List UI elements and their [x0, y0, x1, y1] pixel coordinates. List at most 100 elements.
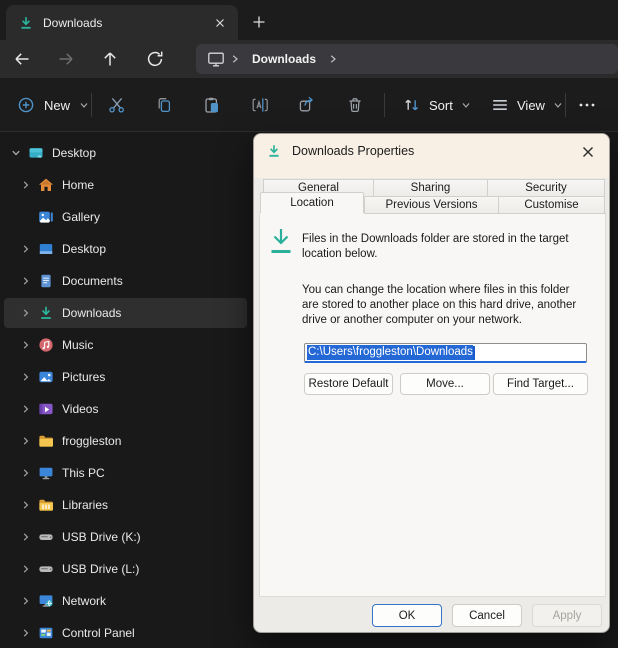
gallery-icon	[38, 209, 54, 225]
sidebar-item-usb-drive-l[interactable]: USB Drive (L:)	[4, 554, 247, 584]
sidebar-item-usb-drive-k[interactable]: USB Drive (K:)	[4, 522, 247, 552]
toolbar-divider	[565, 93, 566, 117]
home-icon	[38, 177, 54, 193]
tab-security[interactable]: Security	[487, 179, 605, 197]
sidebar-item-libraries[interactable]: Libraries	[4, 490, 247, 520]
address-bar[interactable]: Downloads	[196, 44, 618, 74]
chevron-right-icon[interactable]	[228, 52, 242, 66]
ok-button[interactable]: OK	[372, 604, 442, 627]
tab-previous-versions[interactable]: Previous Versions	[364, 196, 499, 214]
tab-close-button[interactable]	[208, 11, 232, 35]
sidebar-item-label: Pictures	[62, 370, 105, 384]
tab-customise[interactable]: Customise	[498, 196, 605, 214]
breadcrumb-downloads[interactable]: Downloads	[252, 52, 316, 66]
rename-button[interactable]	[247, 92, 273, 118]
chevron-right-icon[interactable]	[18, 497, 34, 513]
sidebar-item-froggleston[interactable]: froggleston	[4, 426, 247, 456]
forward-button[interactable]	[50, 43, 82, 75]
trash-icon	[345, 95, 365, 115]
chevron-down-icon[interactable]	[8, 145, 24, 161]
intro-text: Files in the Downloads folder are stored…	[302, 232, 576, 262]
sidebar-item-this-pc[interactable]: This PC	[4, 458, 247, 488]
sidebar-item-label: Videos	[62, 402, 98, 416]
location-path-input[interactable]: C:\Users\froggleston\Downloads	[304, 343, 587, 363]
apply-button[interactable]: Apply	[532, 604, 602, 627]
paste-button[interactable]	[199, 92, 225, 118]
sidebar-item-label: Libraries	[62, 498, 108, 512]
restore-default-button[interactable]: Restore Default	[304, 373, 393, 395]
cancel-button[interactable]: Cancel	[452, 604, 522, 627]
chevron-right-icon[interactable]	[18, 177, 34, 193]
chevron-right-icon[interactable]	[18, 433, 34, 449]
back-button[interactable]	[6, 43, 38, 75]
sidebar-item-gallery[interactable]: Gallery	[4, 202, 247, 232]
sidebar-item-label: Downloads	[62, 306, 121, 320]
chevron-right-icon[interactable]	[18, 401, 34, 417]
new-tab-button[interactable]	[247, 10, 271, 34]
sidebar-item-label: This PC	[62, 466, 105, 480]
refresh-icon	[145, 49, 165, 69]
chevron-right-icon[interactable]	[18, 241, 34, 257]
tab-sharing[interactable]: Sharing	[373, 179, 488, 197]
explorer-tab-downloads[interactable]: Downloads	[6, 5, 238, 40]
chevron-right-icon[interactable]	[18, 625, 34, 641]
move-button[interactable]: Move...	[400, 373, 490, 395]
sidebar-item-documents[interactable]: Documents	[4, 266, 247, 296]
sidebar-item-videos[interactable]: Videos	[4, 394, 247, 424]
sort-button[interactable]: Sort	[396, 90, 478, 120]
dialog-title: Downloads Properties	[292, 144, 414, 158]
chevron-right-icon[interactable]	[18, 465, 34, 481]
sidebar-item-music[interactable]: Music	[4, 330, 247, 360]
delete-button[interactable]	[342, 92, 368, 118]
find-target-button[interactable]: Find Target...	[493, 373, 588, 395]
new-button[interactable]: New	[10, 90, 96, 120]
share-icon	[297, 95, 317, 115]
chevron-right-icon[interactable]	[326, 52, 340, 66]
location-tab-page: Files in the Downloads folder are stored…	[259, 212, 606, 597]
downloads-properties-dialog: Downloads Properties General Sharing Sec…	[253, 133, 610, 633]
cut-button[interactable]	[104, 92, 130, 118]
up-arrow-icon	[100, 49, 120, 69]
tab-location[interactable]: Location	[260, 192, 364, 213]
copy-button[interactable]	[151, 92, 177, 118]
chevron-right-icon[interactable]	[18, 337, 34, 353]
share-button[interactable]	[294, 92, 320, 118]
sidebar-item-home[interactable]: Home	[4, 170, 247, 200]
sidebar-item-pictures[interactable]: Pictures	[4, 362, 247, 392]
sidebar-item-downloads[interactable]: Downloads	[4, 298, 247, 328]
back-arrow-icon	[12, 49, 32, 69]
more-options-button[interactable]	[574, 92, 600, 118]
chevron-right-icon[interactable]	[18, 529, 34, 545]
selected-path-text: C:\Users\froggleston\Downloads	[307, 345, 473, 360]
music-icon	[38, 337, 54, 353]
description-text: You can change the location where files …	[302, 283, 586, 329]
toolbar-divider	[91, 93, 92, 117]
copy-icon	[154, 95, 174, 115]
sidebar-item-control-panel[interactable]: Control Panel	[4, 618, 247, 648]
view-button[interactable]: View	[484, 90, 570, 120]
sidebar-item-label: Music	[62, 338, 93, 352]
chevron-right-icon[interactable]	[18, 273, 34, 289]
sidebar-item-network[interactable]: Network	[4, 586, 247, 616]
ellipsis-icon	[576, 95, 598, 115]
refresh-button[interactable]	[139, 43, 171, 75]
sidebar-item-label: Network	[62, 594, 106, 608]
cut-icon	[107, 95, 127, 115]
dialog-close-button[interactable]	[574, 139, 602, 165]
desktop-pinned-icon	[28, 145, 44, 161]
chevron-down-icon	[552, 99, 564, 111]
close-icon	[212, 15, 228, 31]
close-icon	[580, 144, 596, 160]
chevron-right-icon[interactable]	[18, 305, 34, 321]
chevron-right-icon[interactable]	[18, 369, 34, 385]
chevron-right-icon[interactable]	[18, 561, 34, 577]
chevron-right-icon[interactable]	[18, 593, 34, 609]
sidebar-item-desktop[interactable]: Desktop	[4, 234, 247, 264]
text-caret	[473, 346, 475, 360]
new-button-label: New	[44, 98, 70, 113]
sidebar-item-desktop[interactable]: Desktop	[4, 138, 247, 168]
up-button[interactable]	[94, 43, 126, 75]
chevron-down-icon	[78, 99, 90, 111]
sidebar-item-label: USB Drive (K:)	[62, 530, 141, 544]
new-circle-plus-icon	[16, 95, 36, 115]
